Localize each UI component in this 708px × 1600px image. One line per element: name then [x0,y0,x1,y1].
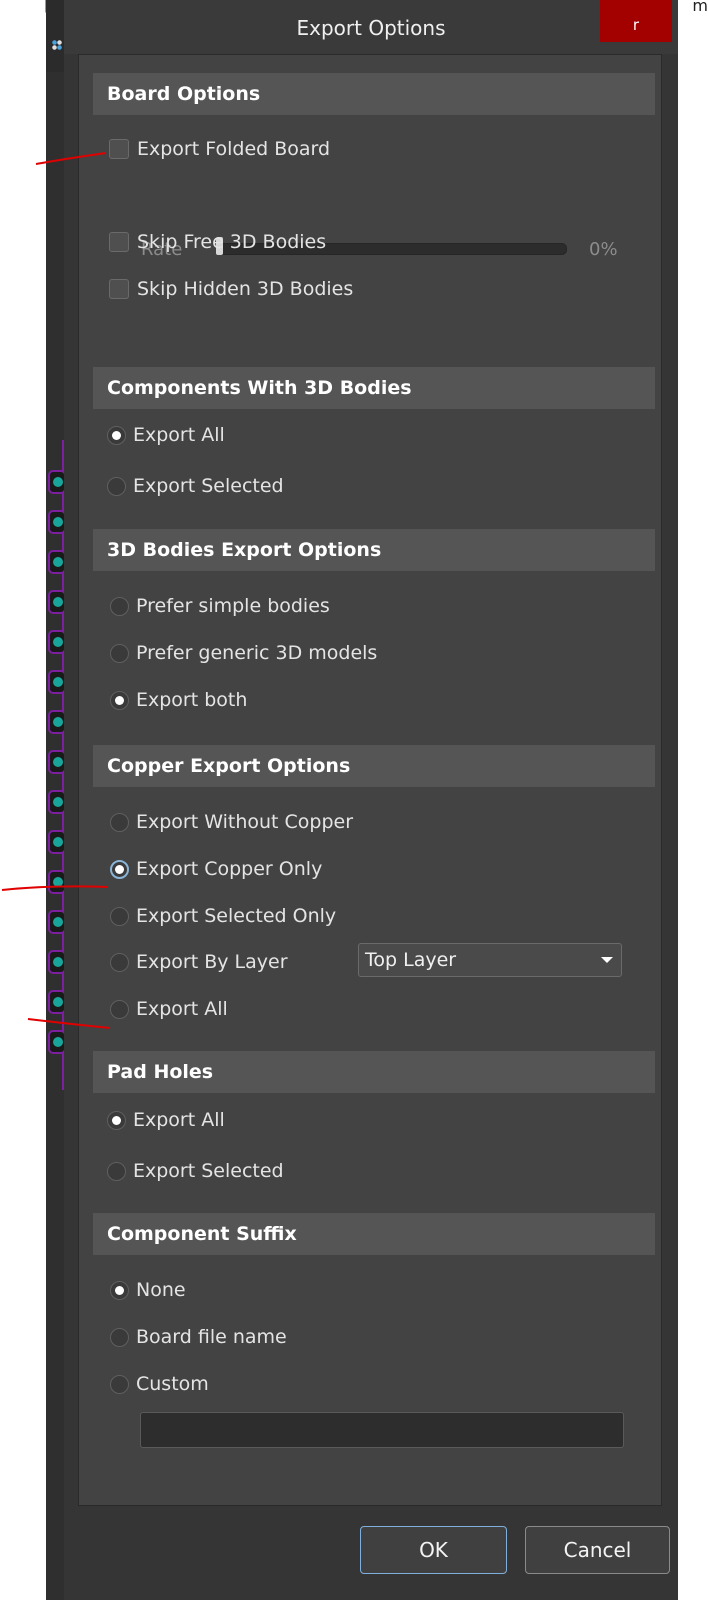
layer-dropdown[interactable]: Top Layer [358,943,622,977]
radio-button[interactable] [110,596,129,616]
dialog-title: Export Options [296,16,446,40]
radio-label: Prefer simple bodies [136,595,330,617]
radio-button[interactable] [110,690,129,710]
radio-label: Export By Layer [136,951,288,973]
section-board-options: Board Options [93,73,655,115]
radio-copper-export-all[interactable]: Export All [110,995,228,1023]
layer-dropdown-value: Top Layer [365,949,457,971]
radio-label: Board file name [136,1326,287,1348]
radio-button[interactable] [110,812,129,832]
section-copper-export: Copper Export Options [93,745,655,787]
checkbox-label: Skip Free 3D Bodies [137,231,327,253]
section-component-suffix: Component Suffix [93,1213,655,1255]
radio-export-copper-only[interactable]: Export Copper Only [110,855,322,883]
custom-suffix-input[interactable] [140,1412,624,1448]
radio-button[interactable] [110,952,129,972]
radio-label: None [136,1279,186,1301]
radio-button[interactable] [110,643,129,663]
radio-button[interactable] [110,859,129,879]
radio-label: Export All [133,424,225,446]
radio-label: Export Selected Only [136,905,337,927]
radio-label: Export Copper Only [136,858,323,880]
ok-button[interactable]: OK [360,1526,507,1574]
dialog-content: Board Options Export Folded Board Rate 0… [78,54,662,1506]
radio-button[interactable] [110,1374,129,1394]
section-pad-holes: Pad Holes [93,1051,655,1093]
radio-button[interactable] [107,1110,126,1130]
radio-button[interactable] [107,476,126,496]
radio-label: Custom [136,1373,209,1395]
checkbox-box[interactable] [109,139,129,159]
close-button[interactable]: r [600,0,672,42]
radio-components-export-all[interactable]: Export All [107,421,225,449]
radio-export-by-layer[interactable]: Export By Layer [110,948,288,976]
checkbox-label: Export Folded Board [137,138,331,160]
radio-export-selected-only[interactable]: Export Selected Only [110,902,336,930]
radio-label: Export All [136,998,228,1020]
radio-suffix-none[interactable]: None [110,1276,186,1304]
app-grid-icon [52,40,62,50]
skip-hidden-3d-bodies-checkbox[interactable]: Skip Hidden 3D Bodies [109,275,353,303]
radio-button[interactable] [110,1327,129,1347]
radio-button[interactable] [110,1280,129,1300]
radio-label: Export both [136,689,248,711]
radio-pad-holes-export-all[interactable]: Export All [107,1106,225,1134]
radio-button[interactable] [107,1161,126,1181]
radio-suffix-board-file-name[interactable]: Board file name [110,1323,287,1351]
export-options-dialog: Export Options r Board Options Export Fo… [64,0,678,1600]
checkbox-box[interactable] [109,232,129,252]
dropdown-arrow-icon [601,957,613,963]
radio-button[interactable] [110,906,129,926]
radio-suffix-custom[interactable]: Custom [110,1370,209,1398]
radio-label: Export All [133,1109,225,1131]
background-toolbar [46,0,66,72]
pcb-pad-column [46,460,66,1080]
radio-label: Export Selected [133,475,284,497]
radio-label: Prefer generic 3D models [136,642,378,664]
radio-prefer-generic-models[interactable]: Prefer generic 3D models [110,639,377,667]
dialog-titlebar[interactable]: Export Options [64,0,678,54]
checkbox-box[interactable] [109,279,129,299]
section-components-3d: Components With 3D Bodies [93,367,655,409]
radio-components-export-selected[interactable]: Export Selected [107,472,284,500]
section-3d-bodies-export: 3D Bodies Export Options [93,529,655,571]
export-folded-board-checkbox[interactable]: Export Folded Board [109,135,330,163]
cancel-button[interactable]: Cancel [525,1526,670,1574]
radio-export-both[interactable]: Export both [110,686,247,714]
background-text-right: m [692,0,708,15]
radio-label: Export Without Copper [136,811,354,833]
radio-button[interactable] [107,425,126,445]
checkbox-label: Skip Hidden 3D Bodies [137,278,354,300]
radio-prefer-simple-bodies[interactable]: Prefer simple bodies [110,592,330,620]
skip-free-3d-bodies-checkbox[interactable]: Skip Free 3D Bodies [109,228,326,256]
radio-button[interactable] [110,999,129,1019]
radio-pad-holes-export-selected[interactable]: Export Selected [107,1157,284,1185]
radio-label: Export Selected [133,1160,284,1182]
radio-export-without-copper[interactable]: Export Without Copper [110,808,353,836]
screen: [S m Export Options r Board Options [0,0,708,1600]
rate-value: 0% [589,239,618,260]
